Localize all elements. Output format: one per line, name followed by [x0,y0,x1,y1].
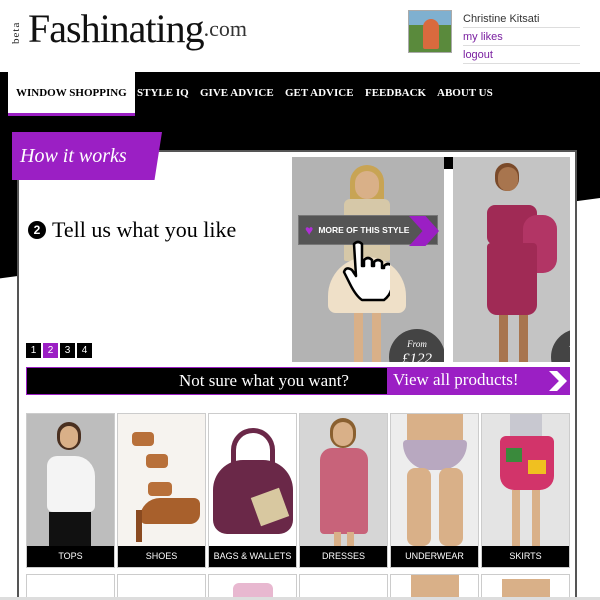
tab-feedback[interactable]: Feedback [365,72,426,116]
price-bubble-1: From £122 [389,329,444,362]
slide-pager: 1 2 3 4 [26,343,94,358]
double-chevron-right-icon [409,216,439,246]
how-it-works-badge: How it works [12,132,162,180]
category-shoes[interactable]: SHOES [117,413,206,568]
pager-2[interactable]: 2 [43,343,58,358]
how-it-works-title: How it works [20,145,127,167]
avatar[interactable] [408,10,452,53]
site-logo[interactable]: beta Fashinating .com [10,6,248,52]
tab-give-advice[interactable]: Give Advice [200,72,274,116]
heart-icon: ♥ [305,222,314,238]
category-dresses[interactable]: DRESSES [299,413,388,568]
main-nav: Window Shopping Style IQ Give Advice Get… [0,72,600,116]
tab-style-iq[interactable]: Style IQ [137,72,189,116]
view-all-products-button[interactable]: View all products! [387,368,570,394]
tab-window-shopping[interactable]: Window Shopping [8,72,135,116]
step-heading: 2 Tell us what you like [28,217,236,243]
category-tops[interactable]: TOPS [26,413,115,568]
logo-tld: .com [203,16,248,41]
model-photo-2[interactable]: From £1 [453,157,570,362]
category-bags-wallets[interactable]: BAGS & WALLETS [208,413,297,568]
logo-beta-label: beta [10,21,22,44]
step-text: Tell us what you like [52,217,237,242]
step-number: 2 [28,221,46,239]
logo-brand: Fashinating [28,6,205,51]
category-underwear[interactable]: UNDERWEAR [390,413,479,568]
user-name: Christine Kitsati [463,10,580,28]
category-skirts[interactable]: SKIRTS [481,413,570,568]
tab-about-us[interactable]: About Us [437,72,493,116]
price-bubble-2: From £1 [551,329,570,362]
pager-1[interactable]: 1 [26,343,41,358]
logout-link[interactable]: logout [463,49,493,61]
not-sure-text: Not sure what you want? [179,371,349,390]
chevron-right-icon [549,371,567,391]
pager-4[interactable]: 4 [77,343,92,358]
tab-get-advice[interactable]: Get Advice [285,72,354,116]
hand-cursor-icon [342,240,390,302]
pager-3[interactable]: 3 [60,343,75,358]
not-sure-bar: Not sure what you want? View all product… [26,367,570,395]
my-likes-link[interactable]: my likes [463,31,503,43]
